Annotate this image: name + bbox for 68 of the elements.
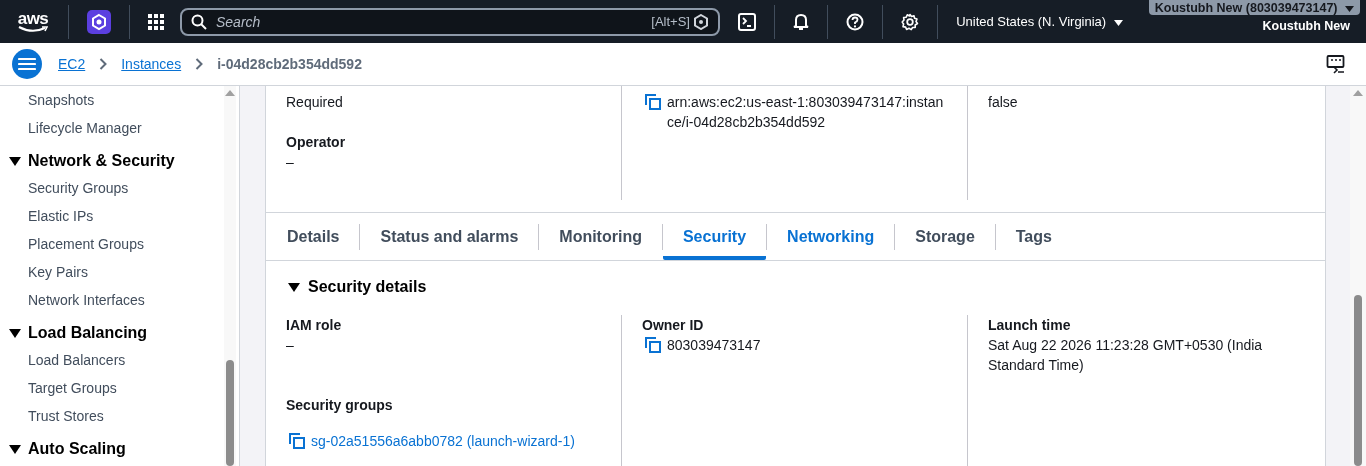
settings-icon[interactable]: [901, 12, 920, 31]
aws-logo[interactable]: aws: [16, 10, 50, 33]
sidebar-item[interactable]: Snapshots: [0, 86, 224, 114]
field-value: 803039473147: [667, 336, 761, 355]
breadcrumb-current: i-04d28cb2b354dd592: [217, 56, 362, 72]
breadcrumb-link[interactable]: Instances: [121, 56, 182, 72]
hexagon-app-icon[interactable]: [87, 9, 111, 34]
sidebar-section-header[interactable]: Network & Security: [28, 152, 175, 170]
sidebar-item[interactable]: Placement Groups: [0, 230, 224, 258]
caret-down-icon: [1345, 5, 1354, 12]
tab[interactable]: Status and alarms: [360, 213, 539, 260]
sidebar-section-header[interactable]: Auto Scaling: [28, 440, 126, 458]
grid-menu-icon[interactable]: [148, 13, 164, 30]
hexagon-icon: [694, 13, 708, 30]
sidebar-item[interactable]: Key Pairs: [0, 258, 224, 286]
caret-down-icon: [1113, 20, 1123, 26]
sidebar-item[interactable]: Lifecycle Manager: [0, 114, 224, 142]
sidebar-section-header[interactable]: Load Balancing: [28, 324, 148, 342]
scrollbar[interactable]: [1350, 86, 1366, 466]
sidebar-item[interactable]: Trust Stores: [0, 402, 224, 430]
caret-down-icon[interactable]: [9, 444, 21, 454]
scrollbar-thumb[interactable]: [1354, 295, 1362, 466]
field-label: Launch time: [988, 316, 1072, 335]
field-label: Operator: [286, 133, 347, 152]
field-value: Required: [286, 93, 343, 112]
notifications-icon[interactable]: [793, 12, 810, 31]
tab[interactable]: Storage: [895, 213, 995, 260]
terminal-icon[interactable]: [738, 12, 757, 31]
tab[interactable]: Tags: [995, 213, 1072, 260]
scrollbar-thumb[interactable]: [226, 360, 234, 466]
tab[interactable]: Monitoring: [539, 213, 662, 260]
tab[interactable]: Security: [662, 213, 767, 260]
keyboard-shortcut: [Alt+S]: [651, 13, 690, 29]
security-group-link[interactable]: sg-02a51556a6abb0782 (launch-wizard-1): [311, 431, 575, 451]
caret-down-icon[interactable]: [9, 328, 21, 338]
help-icon[interactable]: [846, 12, 865, 31]
tab[interactable]: Networking: [767, 213, 895, 260]
search-icon: [191, 13, 207, 30]
sidebar-item[interactable]: Load Balancers: [0, 346, 224, 374]
copy-icon[interactable]: [645, 94, 661, 110]
scrollbar[interactable]: [224, 86, 236, 466]
monitor-icon[interactable]: [1326, 54, 1346, 74]
field-label: Security groups: [286, 396, 394, 415]
user-name: Koustubh New: [1262, 19, 1350, 33]
section-title[interactable]: Security details: [308, 278, 427, 296]
region-selector[interactable]: United States (N. Virginia): [956, 14, 1123, 29]
sidebar-item[interactable]: Target Groups: [0, 374, 224, 402]
field-label: IAM role: [286, 316, 343, 335]
menu-icon: [18, 57, 36, 71]
chevron-right-icon: [195, 58, 204, 70]
field-label: Owner ID: [642, 316, 705, 335]
copy-icon[interactable]: [289, 433, 305, 449]
field-value: arn:aws:ec2:us-east-1:803039473147:instance/i-04d28cb2b354dd592: [667, 93, 945, 132]
account-menu[interactable]: Koustubh New (803039473147): [1148, 0, 1360, 15]
sidebar-item[interactable]: Network Interfaces: [0, 286, 224, 314]
field-value: –: [286, 153, 294, 172]
menu-button[interactable]: [12, 49, 42, 79]
caret-down-icon[interactable]: [288, 282, 300, 292]
field-value: –: [286, 336, 294, 355]
copy-icon[interactable]: [645, 337, 661, 353]
field-value: Sat Aug 22 2026 11:23:28 GMT+0530 (India Standard Time): [988, 336, 1264, 375]
chevron-right-icon: [99, 58, 108, 70]
field-value: false: [988, 93, 1018, 112]
sidebar-item[interactable]: Security Groups: [0, 174, 224, 202]
caret-down-icon[interactable]: [9, 156, 21, 166]
tab[interactable]: Details: [267, 213, 360, 260]
sidebar-item[interactable]: Elastic IPs: [0, 202, 224, 230]
breadcrumb-link[interactable]: EC2: [58, 56, 86, 72]
